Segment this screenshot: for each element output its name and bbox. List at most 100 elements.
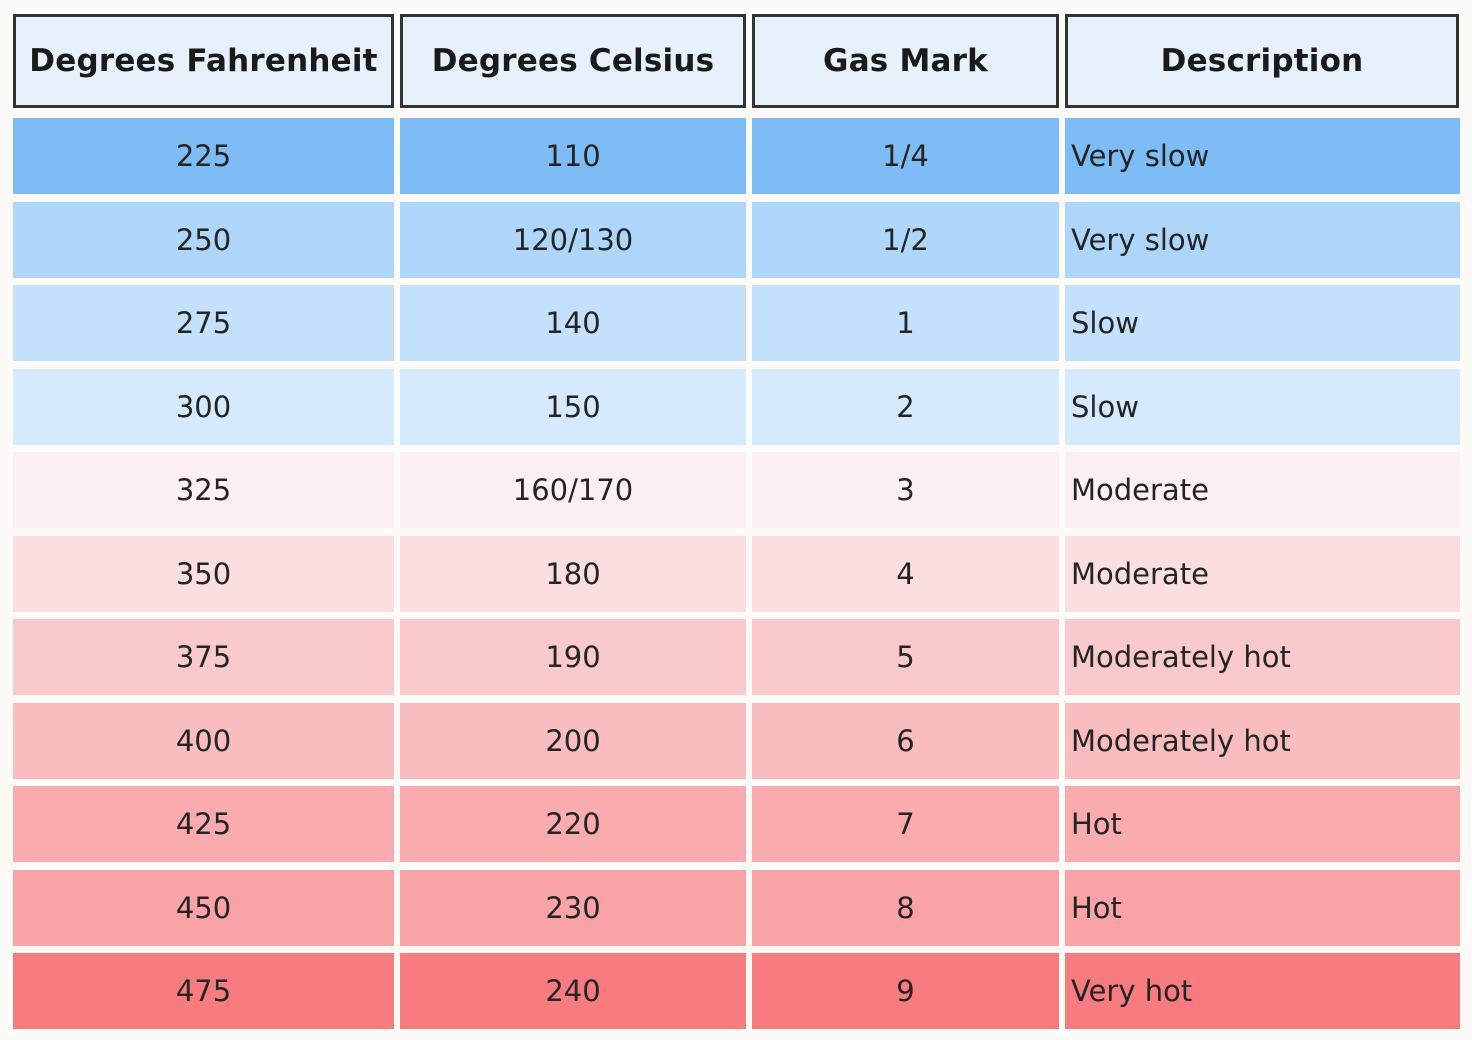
table-cell-celsius: 230: [400, 869, 746, 946]
table-cell-description: Slow: [1065, 368, 1460, 445]
cell-value: 275: [175, 306, 232, 340]
table-cell-description: Slow: [1065, 285, 1460, 361]
table-row: 325 160/170 3 Moderate: [0, 452, 1472, 536]
table-cell-gas_mark: 6: [752, 702, 1059, 779]
table-cell-celsius: 160/170: [400, 452, 746, 528]
cell-value: 400: [175, 723, 232, 758]
column-header-fahrenheit: Degrees Fahrenheit: [13, 14, 394, 108]
table-cell-description: Moderately hot: [1065, 619, 1460, 695]
table-cell-fahrenheit: 475: [13, 953, 394, 1029]
cell-value: Moderate: [1071, 473, 1209, 507]
table-cell-gas_mark: 7: [752, 786, 1059, 862]
cell-value: Moderate: [1071, 556, 1209, 591]
cell-value: 220: [545, 807, 601, 841]
table-cell-celsius: 120/130: [400, 201, 746, 278]
table-cell-celsius: 150: [400, 368, 746, 445]
cell-value: 250: [175, 222, 232, 257]
table-body: 225 110 1/4 Very slow 250 120/130 1/2 Very slow…: [0, 118, 1472, 1037]
cell-value: 325: [175, 473, 232, 507]
table-row: 425 220 7 Hot: [0, 786, 1472, 870]
table-cell-celsius: 180: [400, 535, 746, 612]
column-header-label: Degrees Celsius: [431, 43, 715, 79]
table-cell-description: Very slow: [1065, 118, 1460, 194]
cell-value: 150: [545, 389, 601, 424]
table-row: 400 200 6 Moderately hot: [0, 702, 1472, 787]
cell-value: Hot: [1071, 890, 1122, 925]
cell-value: Very slow: [1071, 139, 1210, 173]
column-header-description: Description: [1065, 14, 1459, 108]
cell-value: 240: [545, 974, 601, 1008]
cell-value: Very slow: [1071, 222, 1210, 257]
cell-value: 140: [545, 306, 601, 340]
cell-value: 3: [896, 473, 915, 507]
cell-value: Slow: [1071, 306, 1139, 340]
table-cell-fahrenheit: 400: [13, 702, 394, 779]
column-header-label: Description: [1160, 43, 1364, 79]
cell-value: 1/2: [882, 222, 929, 257]
cell-value: Slow: [1071, 389, 1139, 424]
cell-value: 6: [896, 723, 915, 758]
table-cell-celsius: 220: [400, 786, 746, 862]
table-cell-description: Hot: [1065, 786, 1460, 862]
cell-value: 425: [175, 807, 232, 841]
table-row: 225 110 1/4 Very slow: [0, 118, 1472, 202]
table-cell-gas_mark: 5: [752, 619, 1059, 695]
cell-value: Moderately hot: [1071, 640, 1291, 674]
table-row: 275 140 1 Slow: [0, 285, 1472, 369]
table-cell-fahrenheit: 225: [13, 118, 394, 194]
cell-value: 375: [175, 640, 232, 674]
table-cell-fahrenheit: 325: [13, 452, 394, 528]
table-row: 250 120/130 1/2 Very slow: [0, 201, 1472, 286]
table-cell-description: Moderate: [1065, 535, 1460, 612]
table-row: 475 240 9 Very hot: [0, 953, 1472, 1037]
table-cell-gas_mark: 4: [752, 535, 1059, 612]
cell-value: 230: [545, 890, 601, 925]
column-header-celsius: Degrees Celsius: [400, 14, 746, 108]
cell-value: 475: [175, 974, 232, 1008]
table-row: 375 190 5 Moderately hot: [0, 619, 1472, 703]
column-header-gas-mark: Gas Mark: [752, 14, 1059, 108]
cell-value: 180: [545, 556, 601, 591]
cell-value: 200: [545, 723, 601, 758]
table-cell-gas_mark: 9: [752, 953, 1059, 1029]
cell-value: 2: [896, 389, 915, 424]
table-cell-description: Moderately hot: [1065, 702, 1460, 779]
table-cell-fahrenheit: 375: [13, 619, 394, 695]
table-cell-celsius: 200: [400, 702, 746, 779]
table-cell-description: Very slow: [1065, 201, 1460, 278]
oven-temperature-conversion-table: Degrees Fahrenheit Degrees Celsius Gas M…: [0, 0, 1472, 1040]
cell-value: 190: [545, 640, 601, 674]
cell-value: 9: [896, 974, 915, 1008]
table-cell-gas_mark: 1/2: [752, 201, 1059, 278]
cell-value: 120/130: [512, 222, 634, 257]
table-cell-fahrenheit: 250: [13, 201, 394, 278]
cell-value: 300: [175, 389, 232, 424]
cell-value: 450: [175, 890, 232, 925]
table-cell-gas_mark: 1: [752, 285, 1059, 361]
cell-value: Very hot: [1071, 974, 1193, 1008]
cell-value: 1/4: [882, 139, 929, 173]
table-cell-description: Moderate: [1065, 452, 1460, 528]
table-cell-gas_mark: 3: [752, 452, 1059, 528]
table-row: 450 230 8 Hot: [0, 869, 1472, 954]
cell-value: 225: [175, 139, 232, 173]
cell-value: Hot: [1071, 807, 1122, 841]
table-cell-celsius: 110: [400, 118, 746, 194]
table-cell-gas_mark: 2: [752, 368, 1059, 445]
table-cell-fahrenheit: 425: [13, 786, 394, 862]
cell-value: 4: [896, 556, 915, 591]
column-header-label: Degrees Fahrenheit: [29, 43, 378, 79]
table-cell-celsius: 240: [400, 953, 746, 1029]
table-cell-fahrenheit: 350: [13, 535, 394, 612]
table-cell-fahrenheit: 450: [13, 869, 394, 946]
table-cell-gas_mark: 8: [752, 869, 1059, 946]
cell-value: 160/170: [512, 473, 634, 507]
cell-value: 8: [896, 890, 915, 925]
table-cell-description: Hot: [1065, 869, 1460, 946]
cell-value: 5: [896, 640, 915, 674]
cell-value: 1: [896, 306, 915, 340]
cell-value: 350: [175, 556, 232, 591]
table-header-row: Degrees Fahrenheit Degrees Celsius Gas M…: [0, 14, 1472, 108]
cell-value: 7: [896, 807, 915, 841]
column-header-label: Gas Mark: [823, 43, 988, 79]
